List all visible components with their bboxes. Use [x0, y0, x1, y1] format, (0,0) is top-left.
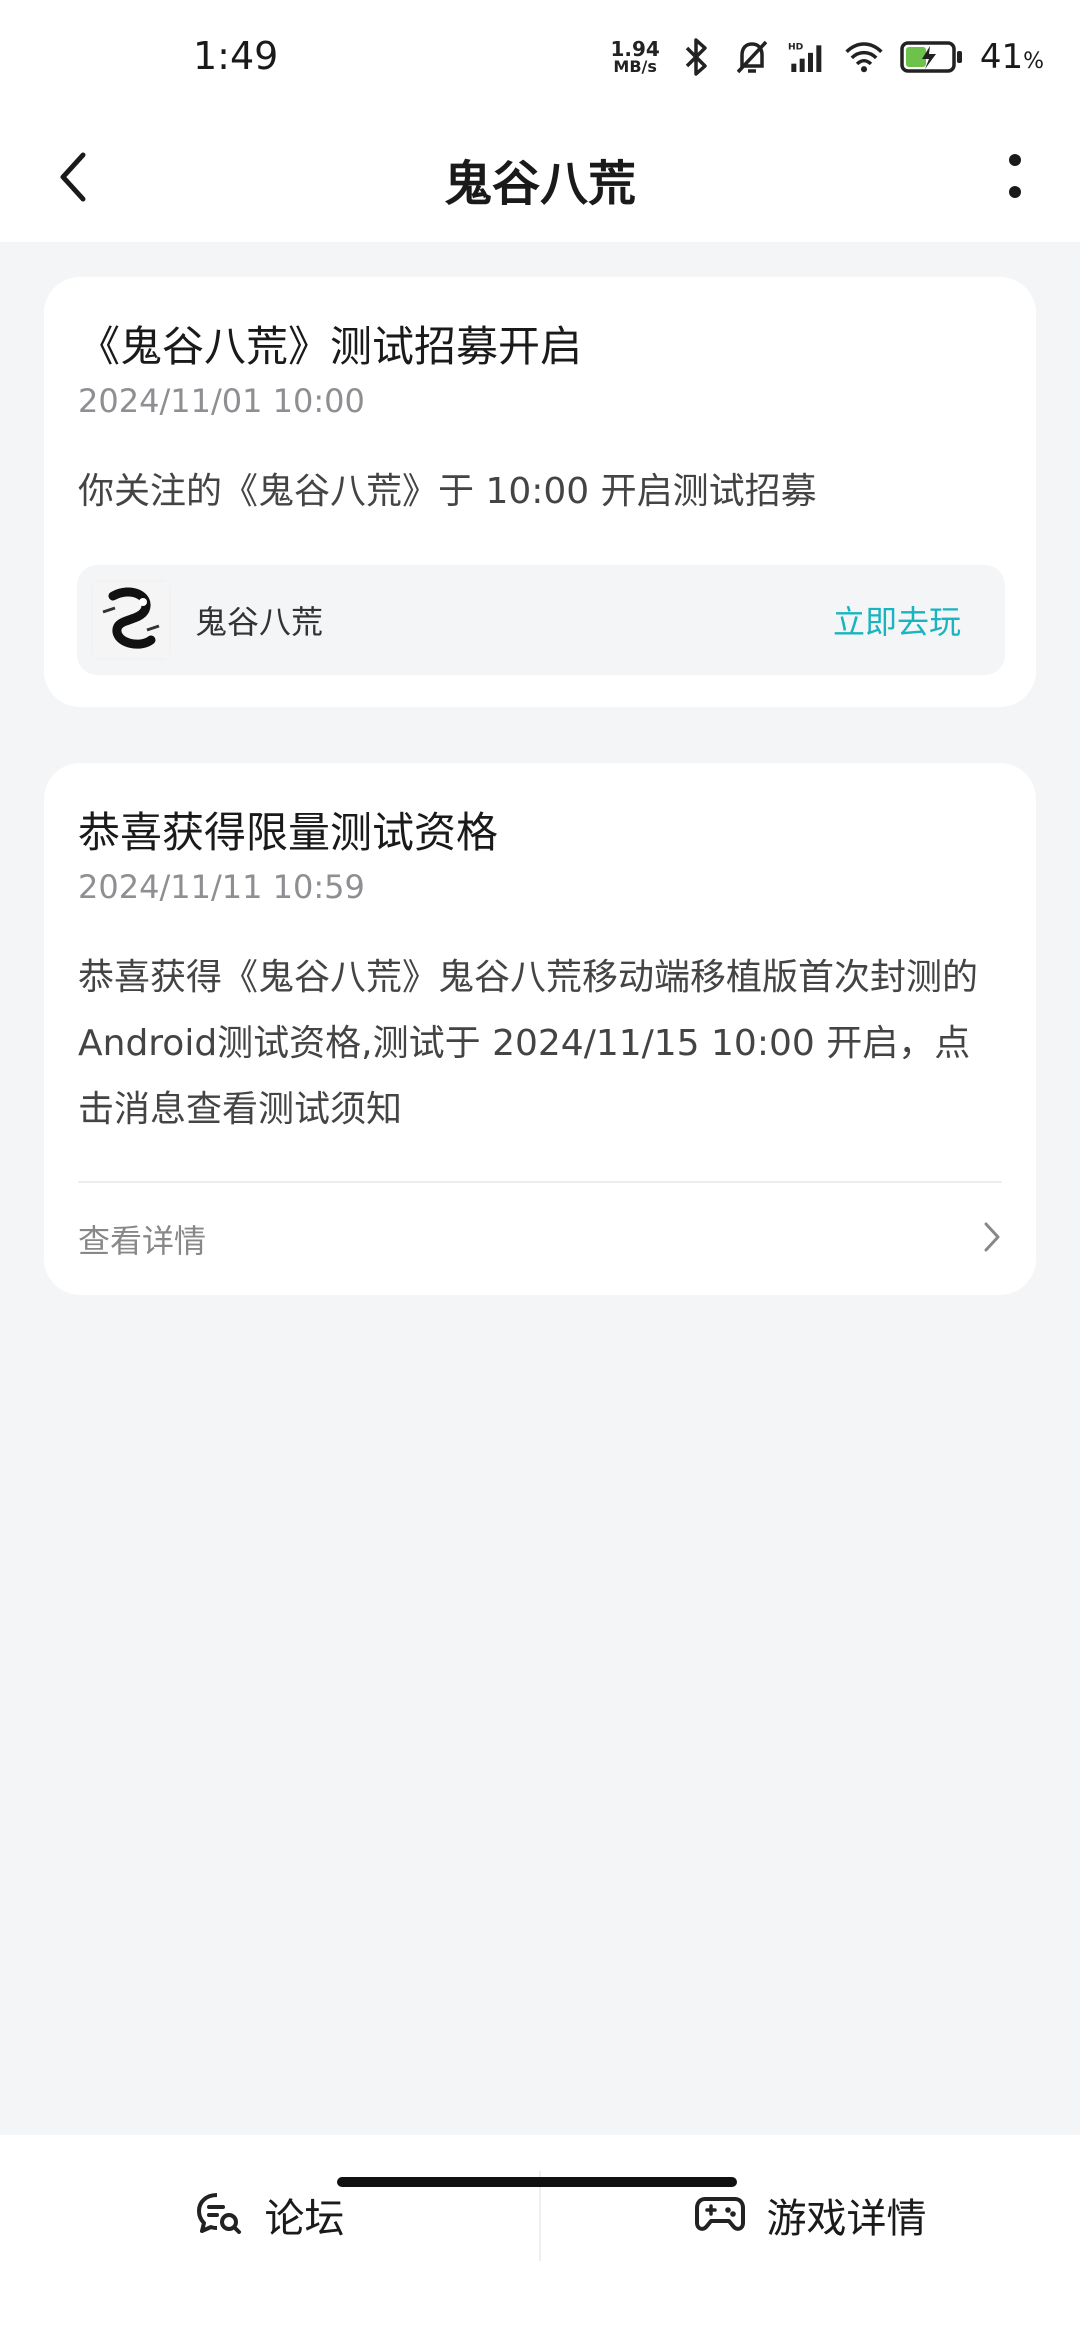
message-title: 《鬼谷八荒》测试招募开启: [78, 322, 583, 371]
status-time: 1:49: [193, 34, 279, 78]
vertical-dots-icon: [1007, 152, 1023, 206]
home-indicator[interactable]: [337, 2177, 737, 2187]
chevron-left-icon: [55, 149, 91, 209]
bottom-action-bar: 论坛 游戏详情: [0, 2135, 1080, 2340]
game-details-button[interactable]: 游戏详情: [541, 2135, 1080, 2295]
message-body: 恭喜获得《鬼谷八荒》鬼谷八荒移动端移植版首次封测的Android测试资格,测试于…: [78, 957, 979, 1130]
network-speed: 1.94 MB/s: [610, 39, 659, 75]
gamepad-icon: [694, 2193, 745, 2237]
battery-percent-value: 41: [979, 37, 1024, 77]
status-icons: 1.94 MB/s HD 41%: [610, 32, 1044, 82]
game-entry[interactable]: 鬼谷八荒 立即去玩: [77, 565, 1005, 675]
message-body: 你关注的《鬼谷八荒》于 10:00 开启测试招募: [78, 471, 817, 512]
game-details-label: 游戏详情: [766, 2196, 927, 2242]
view-details-row[interactable]: 查看详情: [78, 1183, 1002, 1295]
network-speed-unit: MB/s: [613, 57, 657, 76]
battery-charging-icon: [900, 37, 964, 77]
play-now-button[interactable]: 立即去玩: [833, 597, 961, 643]
app-screen: 1:49 1.94 MB/s HD 41% 鬼谷八荒 《鬼谷八荒》测试招募开启 …: [0, 0, 1080, 2340]
message-card: 《鬼谷八荒》测试招募开启 2024/11/01 10:00 你关注的《鬼谷八荒》…: [44, 277, 1036, 707]
message-time: 2024/11/11 10:59: [78, 868, 365, 906]
message-title: 恭喜获得限量测试资格: [78, 808, 499, 857]
forum-chat-icon: [195, 2189, 243, 2241]
hd-signal-icon: HD: [788, 37, 828, 77]
status-bar: 1:49 1.94 MB/s HD 41%: [0, 0, 1080, 115]
battery-percent: 41%: [980, 37, 1044, 77]
battery-percent-symbol: %: [1023, 49, 1044, 74]
forum-button[interactable]: 论坛: [0, 2135, 539, 2295]
top-app-bar: 鬼谷八荒: [0, 115, 1080, 242]
back-button[interactable]: [38, 139, 108, 219]
network-speed-value: 1.94: [610, 37, 660, 61]
chevron-right-icon: [982, 1220, 1002, 1258]
view-details-label: 查看详情: [78, 1222, 207, 1260]
forum-label: 论坛: [264, 2196, 345, 2242]
wifi-icon: [844, 37, 884, 77]
svg-text:HD: HD: [788, 42, 804, 53]
bluetooth-icon: [676, 37, 716, 77]
game-icon: [91, 580, 171, 660]
game-name: 鬼谷八荒: [195, 603, 324, 641]
message-card[interactable]: 恭喜获得限量测试资格 2024/11/11 10:59 恭喜获得《鬼谷八荒》鬼谷…: [44, 763, 1036, 1295]
message-time: 2024/11/01 10:00: [78, 382, 365, 420]
mute-bell-icon: [732, 37, 772, 77]
more-options-button[interactable]: [980, 139, 1050, 219]
page-title: 鬼谷八荒: [443, 155, 636, 212]
